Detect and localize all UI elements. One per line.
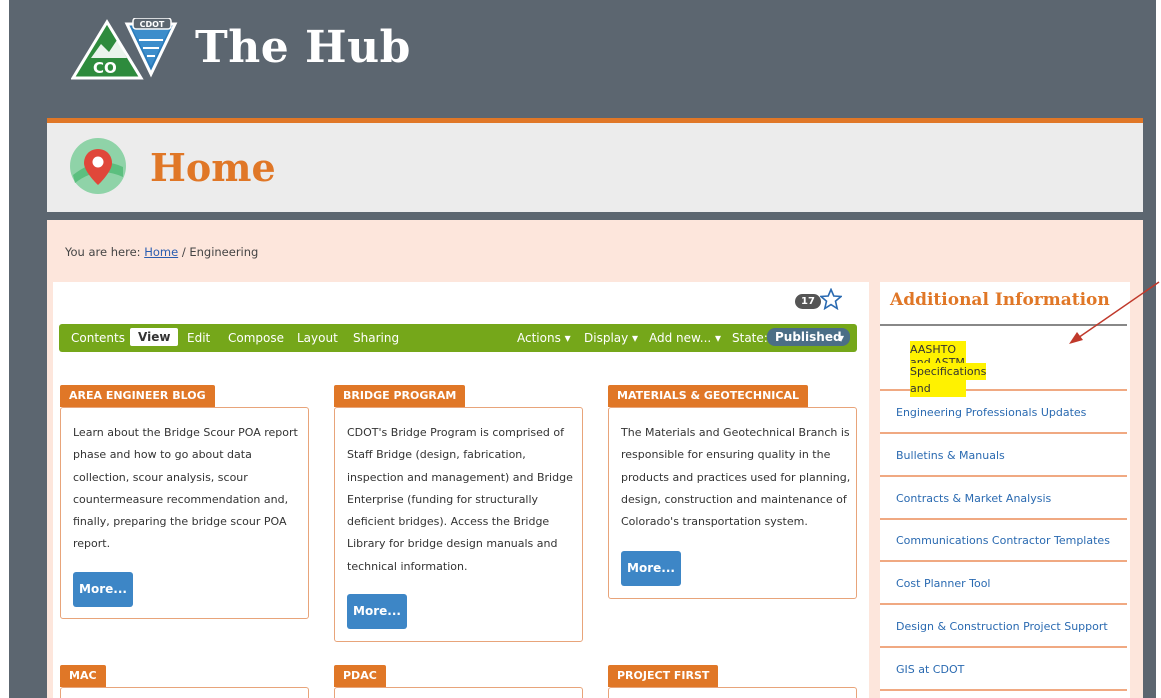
map-pin-icon: [70, 138, 126, 194]
sidebar-item-label: Bulletins & Manuals: [896, 449, 1005, 462]
card-text-line: Library for bridge design manuals and: [347, 537, 558, 551]
card-text-line: CDOT's Bridge Program is comprised of: [347, 426, 564, 439]
card-text-line: deficient bridges). Access the Bridge: [347, 515, 550, 529]
card-text-line: Colorado's transportation system.: [621, 515, 808, 529]
sidebar-item-gis[interactable]: GIS at CDOT: [880, 648, 1127, 691]
more-button[interactable]: More...: [347, 594, 407, 629]
tab-compose[interactable]: Compose: [228, 331, 284, 345]
card-text-line: design, construction and maintenance of: [621, 492, 847, 506]
card-area-engineer-blog: Learn about the Bridge Scour POA report …: [60, 407, 309, 619]
tab-layout[interactable]: Layout: [297, 331, 338, 345]
card-text-line: countermeasure recommendation and,: [73, 492, 289, 506]
card-title-project-first[interactable]: PROJECT FIRST: [608, 665, 719, 687]
card-pdac: [334, 687, 583, 698]
sidebar-item-label: Communications Contractor Templates: [896, 534, 1110, 547]
sidebar-item-label: Specifications: [910, 363, 987, 380]
arrow-annotation-icon: [1069, 281, 1160, 344]
card-description: The Materials and Geotechnical Branch is…: [621, 422, 850, 533]
app-title[interactable]: The Hub: [195, 22, 411, 73]
logo-icon[interactable]: CO CDOT: [71, 18, 179, 80]
favorites-count-badge[interactable]: 17: [795, 294, 821, 309]
sidebar-item-contracts-market[interactable]: Contracts & Market Analysis: [880, 477, 1127, 520]
more-button[interactable]: More...: [621, 551, 681, 586]
card-title-pdac[interactable]: PDAC: [334, 665, 386, 687]
tab-sharing[interactable]: Sharing: [353, 331, 399, 345]
card-text-line: The Materials and Geotechnical Branch is: [621, 426, 850, 439]
add-new-menu[interactable]: Add new... ▾: [649, 331, 721, 345]
sidebar-item-label: Engineering Professionals Updates: [896, 406, 1087, 419]
card-text-line: technical information.: [347, 559, 468, 573]
card-text-line: inspection and management) and Bridge: [347, 470, 573, 484]
card-text-line: responsible for ensuring quality in the: [621, 448, 831, 462]
breadcrumb-prefix: You are here:: [65, 245, 141, 259]
sidebar-item-label: Cost Planner Tool: [896, 577, 991, 590]
logo-state-text: CO: [93, 59, 117, 77]
card-project-first: [608, 687, 857, 698]
sidebar-item-design-construction[interactable]: Design & Construction Project Support: [880, 605, 1127, 648]
sidebar-item-label: Contracts & Market Analysis: [896, 492, 1052, 505]
sidebar-item-label: GIS at CDOT: [896, 663, 965, 676]
breadcrumb-separator: /: [181, 245, 186, 259]
edit-toolbar: Contents View Edit Compose Layout Sharin…: [59, 324, 857, 352]
card-title-mac[interactable]: MAC: [60, 665, 106, 687]
card-title-materials-geotechnical[interactable]: MATERIALS & GEOTECHNICAL: [608, 385, 808, 407]
card-text-line: report.: [73, 537, 111, 551]
card-text-line: Staff Bridge (design, fabrication,: [347, 448, 526, 462]
page-header: Home: [47, 118, 1143, 212]
display-menu[interactable]: Display ▾: [584, 331, 638, 345]
breadcrumb-home-link[interactable]: Home: [144, 245, 178, 259]
card-title-area-engineer-blog[interactable]: AREA ENGINEER BLOG: [60, 385, 215, 407]
card-mac: [60, 687, 309, 698]
card-description: CDOT's Bridge Program is comprised of St…: [347, 422, 573, 578]
card-title-bridge-program[interactable]: BRIDGE PROGRAM: [334, 385, 466, 407]
card-description: Learn about the Bridge Scour POA report …: [73, 422, 298, 556]
card-materials-geotechnical: The Materials and Geotechnical Branch is…: [608, 407, 857, 599]
card-text-line: finally, preparing the bridge scour POA: [73, 515, 287, 529]
card-text-line: Learn about the Bridge Scour POA report: [73, 426, 298, 439]
tab-contents[interactable]: Contents: [71, 331, 125, 345]
card-text-line: collection, scour analysis, scour: [73, 470, 248, 484]
page-title: Home: [150, 145, 276, 190]
state-dropdown-caret[interactable]: ▾: [838, 331, 844, 345]
star-icon[interactable]: [820, 288, 842, 310]
sidebar-item-engineering-professionals[interactable]: Engineering Professionals Updates: [880, 391, 1127, 434]
breadcrumb: You are here: Home / Engineering: [65, 245, 258, 259]
sidebar-item-label: Design & Construction Project Support: [896, 620, 1108, 633]
content-area: You are here: Home / Engineering 17 Cont…: [47, 220, 1143, 698]
main-panel: 17 Contents View Edit Compose Layout Sha…: [53, 282, 869, 698]
breadcrumb-current: Engineering: [189, 245, 259, 259]
sidebar-item-communications-templates[interactable]: Communications Contractor Templates: [880, 520, 1127, 562]
sidebar-item-bulletins-manuals[interactable]: Bulletins & Manuals: [880, 434, 1127, 477]
more-button[interactable]: More...: [73, 572, 133, 607]
card-text-line: products and practices used for planning…: [621, 470, 851, 484]
tab-edit[interactable]: Edit: [187, 331, 210, 345]
logo-badge-text: CDOT: [140, 20, 165, 29]
actions-menu[interactable]: Actions ▾: [517, 331, 571, 345]
tab-view[interactable]: View: [130, 328, 179, 346]
card-text-line: phase and how to go about data: [73, 448, 252, 462]
sidebar-item-cost-planner[interactable]: Cost Planner Tool: [880, 562, 1127, 605]
state-label: State:: [732, 331, 768, 345]
card-text-line: Enterprise (funding for structurally: [347, 492, 539, 506]
card-bridge-program: CDOT's Bridge Program is comprised of St…: [334, 407, 583, 642]
